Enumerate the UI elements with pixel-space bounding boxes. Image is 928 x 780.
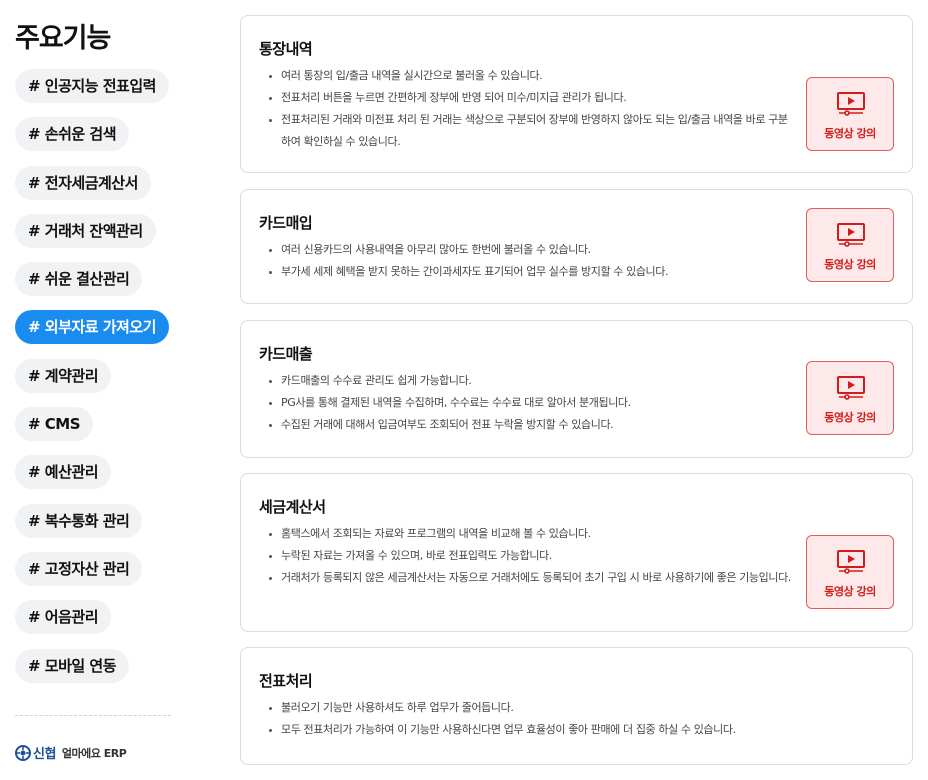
card-bullet: 홈택스에서 조회되는 자료와 프로그램의 내역을 비교해 볼 수 있습니다.	[281, 523, 791, 545]
feature-nav: # 인공지능 전표입력 # 손쉬운 검색 # 전자세금계산서 # 거래처 잔액관…	[15, 69, 169, 697]
card-bullet: 전표처리 버튼을 누르면 간편하게 장부에 반영 되어 미수/미지급 관리가 됩…	[281, 87, 791, 109]
logo-product: 얼마에요 ERP	[61, 746, 127, 760]
card-bullet: 누락된 자료는 가져올 수 있으며, 바로 전표입력도 가능합니다.	[281, 545, 791, 567]
card-title: 세금계산서	[259, 498, 326, 516]
card-card-sales: 카드매출 카드매출의 수수료 관리도 쉽게 가능합니다. PG사를 통해 결제된…	[240, 320, 913, 458]
card-title: 카드매입	[259, 214, 313, 232]
nav-item-mobile[interactable]: # 모바일 연동	[15, 648, 130, 683]
card-card-purchase: 카드매입 여러 신용카드의 사용내역을 아무리 많아도 한번에 불러올 수 있습…	[240, 189, 913, 304]
card-voucher-processing: 전표처리 불러오기 기능만 사용하셔도 하루 업무가 줄어듭니다. 모두 전표처…	[240, 647, 913, 765]
card-bullets: 카드매출의 수수료 관리도 쉽게 가능합니다. PG사를 통해 결제된 내역을 …	[259, 370, 791, 436]
card-bullet: 여러 신용카드의 사용내역을 아무리 많아도 한번에 불러올 수 있습니다.	[281, 239, 791, 261]
nav-item-import-external[interactable]: # 외부자료 가져오기	[15, 310, 169, 345]
card-bullets: 홈택스에서 조회되는 자료와 프로그램의 내역을 비교해 볼 수 있습니다. 누…	[259, 523, 791, 589]
card-title: 전표처리	[259, 672, 313, 690]
card-bullet: 불러오기 기능만 사용하셔도 하루 업무가 줄어듭니다.	[281, 697, 901, 719]
nav-item-budget[interactable]: # 예산관리	[15, 455, 111, 490]
card-bullet: 여러 통장의 입/출금 내역을 실시간으로 불러올 수 있습니다.	[281, 65, 791, 87]
video-lecture-button[interactable]: 동영상 강의	[806, 77, 894, 151]
nav-item-cms[interactable]: # CMS	[15, 407, 94, 442]
video-lecture-button[interactable]: 동영상 강의	[806, 361, 894, 435]
nav-item-e-tax-invoice[interactable]: # 전자세금계산서	[15, 165, 151, 200]
card-title: 통장내역	[259, 40, 313, 58]
video-lecture-label: 동영상 강의	[824, 258, 876, 271]
card-bank-statement: 통장내역 여러 통장의 입/출금 내역을 실시간으로 불러올 수 있습니다. 전…	[240, 15, 913, 173]
card-bullet: PG사를 통해 결제된 내역을 수집하며, 수수료는 수수료 대로 알아서 분개…	[281, 392, 791, 414]
video-play-icon	[837, 223, 865, 247]
logo: 신협 얼마에요 ERP	[15, 743, 127, 762]
card-bullet: 수집된 거래에 대해서 입금여부도 조회되어 전표 누락을 방지할 수 있습니다…	[281, 414, 791, 436]
card-title: 카드매출	[259, 345, 313, 363]
card-bullets: 여러 통장의 입/출금 내역을 실시간으로 불러올 수 있습니다. 전표처리 버…	[259, 65, 791, 153]
nav-item-closing[interactable]: # 쉬운 결산관리	[15, 262, 143, 297]
nav-item-contract[interactable]: # 계약관리	[15, 358, 111, 393]
nav-item-notes[interactable]: # 어음관리	[15, 600, 111, 635]
card-bullet: 카드매출의 수수료 관리도 쉽게 가능합니다.	[281, 370, 791, 392]
sidebar: 주요기능 # 인공지능 전표입력 # 손쉬운 검색 # 전자세금계산서 # 거래…	[0, 0, 200, 780]
card-bullets: 여러 신용카드의 사용내역을 아무리 많아도 한번에 불러올 수 있습니다. 부…	[259, 239, 791, 283]
card-bullet: 부가세 세제 혜택을 받지 못하는 간이과세자도 표기되어 업무 실수를 방지할…	[281, 261, 791, 283]
logo-brand: 신협	[33, 747, 56, 762]
nav-item-fixed-assets[interactable]: # 고정자산 관리	[15, 551, 143, 586]
shinhyup-logo-icon	[15, 744, 31, 761]
card-bullet: 거래처가 등록되지 않은 세금계산서는 자동으로 거래처에도 등록되어 초기 구…	[281, 567, 791, 589]
sidebar-divider	[15, 715, 171, 716]
card-tax-invoice: 세금계산서 홈택스에서 조회되는 자료와 프로그램의 내역을 비교해 볼 수 있…	[240, 473, 913, 632]
video-play-icon	[837, 550, 865, 574]
video-lecture-label: 동영상 강의	[824, 585, 876, 598]
video-lecture-button[interactable]: 동영상 강의	[806, 535, 894, 609]
video-play-icon	[837, 92, 865, 116]
card-bullet: 모두 전표처리가 가능하여 이 기능만 사용하신다면 업무 효율성이 좋아 판매…	[281, 719, 901, 741]
video-lecture-label: 동영상 강의	[824, 127, 876, 140]
card-bullets: 불러오기 기능만 사용하셔도 하루 업무가 줄어듭니다. 모두 전표처리가 가능…	[259, 697, 901, 741]
video-lecture-button[interactable]: 동영상 강의	[806, 208, 894, 282]
nav-item-search[interactable]: # 손쉬운 검색	[15, 117, 130, 152]
video-play-icon	[837, 376, 865, 400]
nav-item-ai-entry[interactable]: # 인공지능 전표입력	[15, 69, 169, 103]
nav-item-multi-currency[interactable]: # 복수통화 관리	[15, 503, 143, 538]
video-lecture-label: 동영상 강의	[824, 411, 876, 424]
nav-item-client-balance[interactable]: # 거래처 잔액관리	[15, 213, 156, 248]
sidebar-title: 주요기능	[15, 23, 111, 54]
card-bullet: 전표처리된 거래와 미전표 처리 된 거래는 색상으로 구분되어 장부에 반영하…	[281, 109, 791, 153]
